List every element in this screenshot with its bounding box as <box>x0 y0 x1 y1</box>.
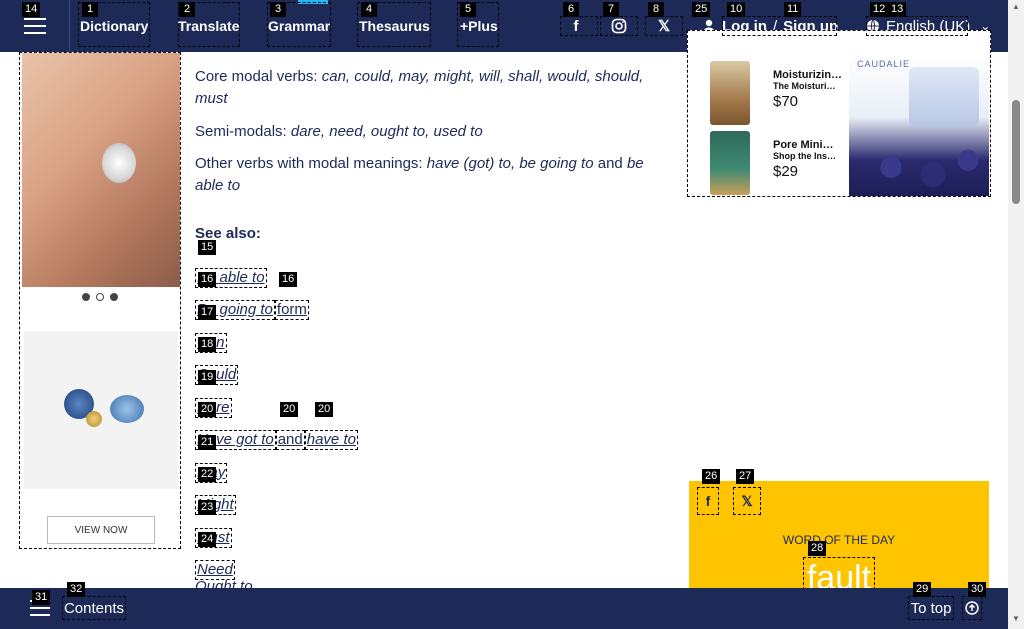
overlay-tag: 15 <box>198 240 217 255</box>
overlay-tag: 12 <box>870 2 889 17</box>
overlay-tag: 1 <box>82 2 98 17</box>
product-1-title: Moisturizin… <box>773 69 843 81</box>
link-form[interactable]: form <box>274 300 309 320</box>
overlay-tag: 19 <box>198 370 217 385</box>
overlay-tag: 3 <box>270 2 286 17</box>
overlay-tag: 30 <box>968 582 987 597</box>
overlay-tag: 10 <box>727 2 746 17</box>
core-label: Core modal verbs: <box>195 68 318 85</box>
view-now-button[interactable]: VIEW NOW <box>47 516 155 544</box>
ring-hand-image <box>22 53 180 287</box>
other-modals-paragraph: Other verbs with modal meanings: have (g… <box>195 153 665 197</box>
overlay-tag: 6 <box>563 2 579 17</box>
overlay-box <box>722 16 837 36</box>
overlay-tag: 25 <box>692 2 711 17</box>
overlay-tag: 26 <box>702 469 721 484</box>
overlay-tag: 20 <box>198 402 217 417</box>
overlay-tag: 20 <box>280 402 299 417</box>
share-x-icon[interactable]: 𝕏 <box>733 487 761 515</box>
product-1-subtitle: The Moisturi… <box>773 81 836 91</box>
bottom-bar: Contents To top <box>0 588 1008 629</box>
scrollbar-thumb[interactable] <box>1012 100 1020 204</box>
contents-button[interactable]: Contents <box>62 596 126 620</box>
link-have-to[interactable]: have to <box>304 430 358 450</box>
ad-brand: CAUDALIE <box>857 59 911 69</box>
tube-image <box>710 131 750 195</box>
link-need[interactable]: Need <box>195 560 235 580</box>
other-verbs-1: have (got) to, be going to <box>426 155 594 172</box>
overlay-tag: 27 <box>736 469 755 484</box>
overlay-tag: 5 <box>460 2 476 17</box>
overlay-tag: 28 <box>808 541 827 556</box>
other-and: and <box>597 155 623 172</box>
overlay-box <box>600 16 638 36</box>
wotd-label: WORD OF THE DAY <box>782 533 896 547</box>
overlay-box <box>560 16 598 36</box>
overlay-box <box>866 16 968 36</box>
left-advertisement[interactable]: VIEW NOW <box>19 52 181 549</box>
word-of-the-day: f 𝕏 WORD OF THE DAY fault <box>689 481 989 601</box>
see-also-list: Be able to Be going toform Can Could Dar… <box>195 255 358 580</box>
ad-product-2[interactable]: Pore Mini… Shop the Ins… $29 <box>698 127 848 195</box>
vertical-scrollbar[interactable]: ▲ ▼ <box>1008 0 1024 629</box>
overlay-tag: 13 <box>888 2 907 17</box>
link-and[interactable]: and <box>275 430 305 450</box>
overlay-tag: 16 <box>198 272 217 287</box>
core-modals-paragraph: Core modal verbs: can, could, may, might… <box>195 66 665 110</box>
right-advertisement[interactable]: Moisturizin… The Moisturi… $70 Pore Mini… <box>687 30 991 197</box>
scroll-up-arrow-icon[interactable]: ▲ <box>1012 2 1020 11</box>
berries-jar-image: CAUDALIE <box>849 53 989 196</box>
earrings-image <box>24 331 178 489</box>
overlay-box <box>645 16 683 36</box>
overlay-tag: 21 <box>198 435 217 450</box>
overlay-tag: 16 <box>279 272 298 287</box>
semi-label: Semi-modals: <box>195 123 287 140</box>
to-top-button[interactable]: To top <box>908 596 954 620</box>
semi-verbs: dare, need, ought to, used to <box>290 123 483 140</box>
overlay-tag: 29 <box>913 582 932 597</box>
product-2-price: $29 <box>773 163 799 180</box>
arrow-up-circle-icon[interactable] <box>962 596 982 620</box>
overlay-tag: 22 <box>198 467 217 482</box>
overlay-tag: 20 <box>315 402 334 417</box>
oil-bottle-image <box>710 61 750 125</box>
share-facebook-icon[interactable]: f <box>697 487 719 515</box>
product-2-subtitle: Shop the Ins… <box>773 151 836 161</box>
hamburger-icon <box>23 18 46 34</box>
overlay-tag: 8 <box>648 2 664 17</box>
product-2-title: Pore Mini… <box>773 139 834 151</box>
scroll-down-arrow-icon[interactable]: ▼ <box>1012 614 1020 623</box>
page: Dictionary Translate Grammar Thesaurus +… <box>0 0 1024 629</box>
overlay-tag: 18 <box>198 337 217 352</box>
overlay-tag: 4 <box>361 2 377 17</box>
overlay-tag: 24 <box>198 532 217 547</box>
overlay-tag: 14 <box>22 2 41 17</box>
other-label: Other verbs with modal meanings: <box>195 155 423 172</box>
carousel-dots[interactable] <box>82 293 118 301</box>
product-1-price: $70 <box>773 93 799 110</box>
overlay-tag: 11 <box>784 2 802 17</box>
overlay-tag: 7 <box>603 2 619 17</box>
semi-modals-paragraph: Semi-modals: dare, need, ought to, used … <box>195 121 665 143</box>
overlay-tag: 31 <box>32 590 51 605</box>
overlay-tag: 17 <box>198 305 217 320</box>
overlay-tag: 32 <box>67 582 86 597</box>
overlay-tag: 23 <box>198 500 217 515</box>
ad-product-1[interactable]: Moisturizin… The Moisturi… $70 <box>698 57 848 125</box>
overlay-tag: 2 <box>179 2 195 17</box>
